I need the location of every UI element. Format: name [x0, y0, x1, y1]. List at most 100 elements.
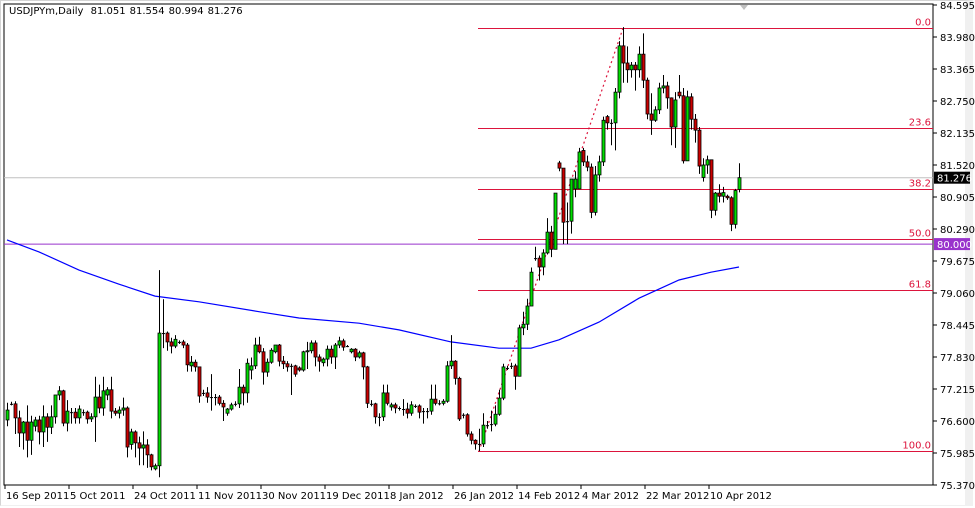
candle-bearish	[717, 192, 722, 197]
candle-bullish	[141, 444, 146, 449]
candle-bearish	[453, 360, 458, 379]
candle-bullish	[493, 413, 498, 425]
x-tick-label: 26 Jan 2012	[454, 491, 514, 502]
candle-bullish	[301, 351, 306, 371]
candle-bullish	[441, 400, 446, 404]
candle-bullish	[269, 349, 274, 363]
candle-bullish	[601, 119, 606, 163]
candle-bearish	[341, 340, 346, 348]
candle-bullish	[573, 178, 578, 190]
candle-bearish	[137, 442, 142, 449]
candle-bullish	[521, 323, 526, 329]
candle-bullish	[173, 338, 178, 347]
candle-bullish	[429, 398, 434, 412]
candle-bearish	[45, 416, 50, 428]
candle-bullish	[525, 305, 530, 325]
candle-bearish	[285, 363, 290, 368]
candle-bullish	[253, 344, 258, 367]
x-tick-label: 22 Mar 2012	[646, 491, 709, 502]
candle-bullish	[449, 360, 454, 367]
candle-bearish	[641, 53, 646, 81]
candle-bullish	[593, 174, 598, 213]
y-tick-label: 75.370	[940, 481, 975, 492]
candle-bearish	[621, 45, 626, 64]
price-chart[interactable]: 0.0 23.6 38.2 50.0 61.8 100.0 84.595 83.980 83.3…	[0, 0, 975, 508]
candle-bearish	[25, 421, 30, 441]
candle-bullish	[721, 192, 726, 197]
x-tick-label: 4 Mar 2012	[582, 491, 639, 502]
candle-bullish	[189, 361, 194, 367]
y-tick-label: 81.520	[940, 161, 975, 172]
candle-bearish	[297, 367, 302, 371]
candle-bearish	[677, 91, 682, 97]
candle-bullish	[701, 164, 706, 178]
candle-bearish	[13, 403, 18, 419]
candle-bearish	[365, 366, 370, 404]
candle-bearish	[589, 166, 594, 213]
candle-bearish	[261, 351, 266, 373]
candle-bullish	[661, 85, 666, 89]
candle-bullish	[541, 252, 546, 268]
y-tick-label: 80.905	[940, 193, 975, 204]
candle-bearish	[149, 454, 154, 468]
candle-bearish	[729, 197, 734, 225]
candle-bearish	[473, 439, 478, 445]
candle-bullish	[157, 332, 162, 467]
candle-bearish	[689, 96, 694, 120]
candle-bearish	[433, 398, 438, 404]
candle-bearish	[329, 348, 334, 358]
fib-level-label: 23.6	[909, 118, 931, 129]
candle-bearish	[605, 116, 610, 124]
candle-bearish	[97, 396, 102, 409]
candle-bullish	[93, 396, 98, 418]
candle-bullish	[309, 342, 314, 352]
candle-bearish	[709, 159, 714, 211]
candle-bullish	[497, 397, 502, 415]
candle-bearish	[113, 410, 118, 414]
candle-bullish	[57, 390, 62, 396]
candle-bearish	[165, 332, 170, 343]
candle-bullish	[21, 421, 26, 434]
candle-bearish	[417, 405, 422, 413]
candle-bearish	[561, 167, 566, 223]
chart-header: USDJPYm,Daily 81.051 81.554 80.994 81.276	[9, 6, 247, 17]
candle-bullish	[153, 465, 158, 470]
y-tick-label: 77.830	[940, 353, 975, 364]
candle-bearish	[73, 411, 78, 419]
candle-bullish	[33, 419, 38, 427]
candle-bearish	[469, 433, 474, 441]
fib-level-label: 50.0	[909, 229, 931, 240]
candle-bullish	[617, 45, 622, 93]
candle-bearish	[217, 396, 222, 404]
candle-bearish	[385, 392, 390, 404]
candle-bearish	[205, 392, 210, 398]
candle-bearish	[693, 118, 698, 131]
candle-bearish	[145, 444, 150, 456]
candle-bearish	[185, 344, 190, 366]
y-tick-label: 82.750	[940, 97, 975, 108]
x-tick-label: 8 Jan 2012	[390, 491, 444, 502]
fib-level-label: 61.8	[909, 280, 931, 291]
candle-bearish	[241, 386, 246, 394]
candle-bullish	[265, 361, 270, 373]
candle-bullish	[501, 366, 506, 399]
candle-bearish	[537, 257, 542, 268]
close-value: 81.276	[207, 6, 243, 17]
candle-bearish	[109, 389, 114, 412]
candle-bullish	[553, 192, 558, 250]
candle-bearish	[221, 402, 226, 408]
candle-bullish	[517, 327, 522, 377]
candle-bullish	[53, 394, 58, 418]
candle-bearish	[645, 79, 650, 115]
candle-bullish	[117, 409, 122, 414]
fib-level-label: 100.0	[902, 441, 931, 452]
y-tick-label: 79.675	[940, 257, 975, 268]
hline-price-label: 80.000	[937, 240, 972, 251]
candle-bullish	[333, 344, 338, 358]
candle-bullish	[121, 407, 126, 411]
candle-bearish	[317, 356, 322, 362]
candle-bearish	[277, 344, 282, 362]
candle-bullish	[389, 404, 394, 408]
y-tick-label: 77.215	[940, 385, 975, 396]
candle-bearish	[665, 85, 670, 99]
